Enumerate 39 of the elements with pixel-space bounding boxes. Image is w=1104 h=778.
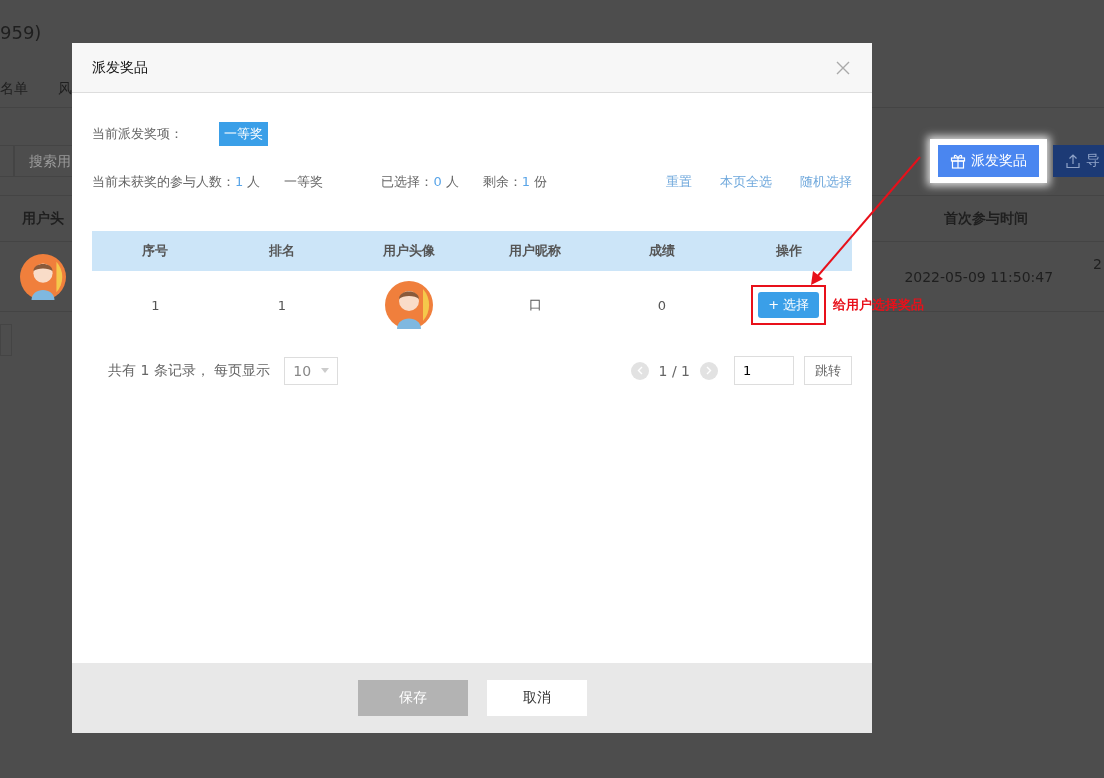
avatar xyxy=(20,253,66,300)
column-header: 排名 xyxy=(268,242,296,260)
column-header: 序号 xyxy=(141,242,170,260)
action-link[interactable]: 重置 xyxy=(666,173,692,191)
jump-button[interactable]: 跳转 xyxy=(804,356,852,385)
table-cell: 口 xyxy=(528,296,542,314)
column-header: 用户头像 xyxy=(381,242,436,260)
prize-tag: 一等奖 xyxy=(219,122,268,146)
chevron-left-icon xyxy=(636,366,643,375)
avatar xyxy=(384,281,433,329)
stat-text: 已选择：0 人 xyxy=(381,173,459,191)
column-header: 操作 xyxy=(774,242,803,260)
stat-text: 一等奖 xyxy=(284,173,324,191)
column-header: 用户昵称 xyxy=(508,242,563,260)
table-cell: 0 xyxy=(657,297,667,313)
table-cell: 1 xyxy=(151,297,160,313)
previous-page-button[interactable] xyxy=(630,361,649,380)
stat-text: 当前未获奖的参与人数：1 人 xyxy=(92,173,261,191)
select-button[interactable]: + 选择 xyxy=(758,292,820,318)
export-button[interactable]: 导 xyxy=(1053,144,1104,177)
page-indicator: 1 / 1 xyxy=(658,362,690,379)
gift-icon xyxy=(950,152,966,169)
prize-label: 当前派发奖项： xyxy=(92,125,183,143)
cancel-button[interactable]: 取消 xyxy=(486,680,587,716)
distribute-prize-button[interactable]: 派发奖品 xyxy=(938,144,1039,177)
action-link[interactable]: 随机选择 xyxy=(800,173,852,191)
close-icon xyxy=(836,60,850,75)
table-cell: 1 xyxy=(277,297,287,313)
dialog-title: 派发奖品 xyxy=(92,58,148,77)
record-summary: 共有 1 条记录， 每页显示 xyxy=(108,361,271,380)
upload-icon xyxy=(1065,152,1081,169)
page-size-select[interactable]: 10 xyxy=(284,356,339,385)
stat-text: 剩余：1 份 xyxy=(482,173,548,191)
column-header: 成绩 xyxy=(648,242,676,260)
page-input[interactable]: 1 xyxy=(734,356,794,385)
caret-icon xyxy=(321,368,330,373)
chevron-right-icon xyxy=(706,366,712,375)
next-page-button[interactable] xyxy=(700,361,718,380)
action-link[interactable]: 本页全选 xyxy=(720,173,772,191)
